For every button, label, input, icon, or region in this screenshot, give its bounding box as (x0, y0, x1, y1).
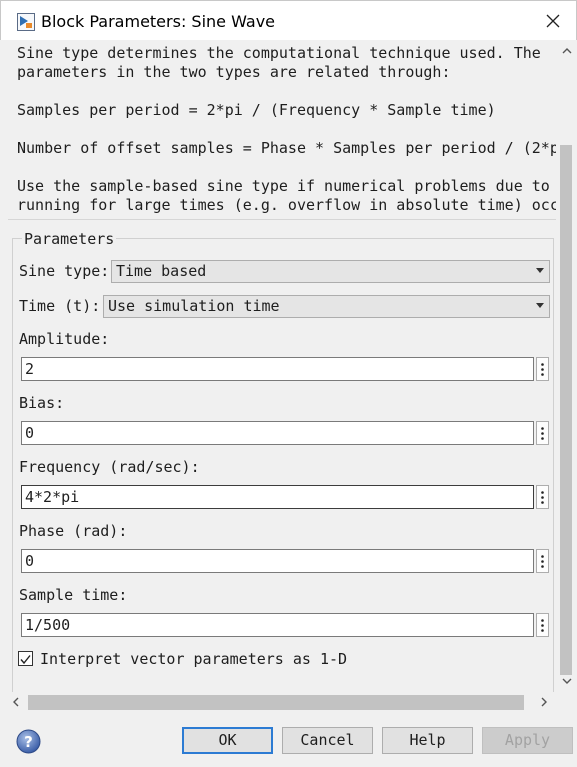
close-button[interactable] (530, 1, 576, 41)
parameters-scroll-area: Sine type determines the computational t… (8, 40, 556, 692)
amplitude-label: Amplitude: (19, 330, 110, 348)
vertical-scrollbar[interactable] (556, 40, 577, 692)
simulink-block-icon (17, 13, 35, 31)
title-bar: Block Parameters: Sine Wave (0, 0, 577, 40)
help-button[interactable]: Help (382, 727, 473, 754)
scroll-right-icon[interactable] (541, 697, 547, 707)
dialog-footer: ? OK Cancel Help Apply (0, 713, 577, 767)
description-line: running for large times (e.g. overflow i… (17, 196, 556, 214)
description-line: Sine type determines the computational t… (17, 44, 541, 62)
sine-type-label: Sine type: (19, 262, 110, 280)
scroll-up-icon[interactable] (562, 48, 572, 54)
frequency-label: Frequency (rad/sec): (19, 458, 200, 476)
interpret-vector-checkbox[interactable] (18, 651, 33, 666)
more-vertical-icon (541, 490, 544, 504)
bias-label: Bias: (19, 394, 65, 412)
checkmark-icon (20, 655, 31, 665)
bias-input[interactable]: 0 (21, 421, 534, 445)
time-label: Time (t): (19, 297, 101, 315)
amplitude-input[interactable]: 2 (21, 357, 534, 381)
description-line: parameters in the two types are related … (17, 63, 451, 81)
parameters-group-title: Parameters (22, 230, 117, 248)
svg-text:?: ? (24, 733, 33, 751)
close-icon (546, 14, 560, 28)
phase-options-button[interactable] (536, 549, 549, 573)
amplitude-options-button[interactable] (536, 357, 549, 381)
vertical-scrollbar-thumb[interactable] (560, 145, 572, 675)
sample-time-label: Sample time: (19, 586, 128, 604)
time-dropdown[interactable]: Use simulation time (103, 295, 550, 318)
interpret-vector-label[interactable]: Interpret vector parameters as 1-D (40, 650, 347, 668)
bias-options-button[interactable] (536, 421, 549, 445)
scroll-left-icon[interactable] (13, 697, 19, 707)
cancel-button[interactable]: Cancel (282, 727, 373, 754)
apply-button[interactable]: Apply (482, 727, 573, 754)
ok-button[interactable]: OK (182, 727, 273, 754)
frequency-options-button[interactable] (536, 485, 549, 509)
window-title: Block Parameters: Sine Wave (41, 12, 275, 31)
help-icon[interactable]: ? (16, 729, 41, 754)
block-description: Sine type determines the computational t… (8, 40, 556, 220)
sample-time-input[interactable]: 1/500 (21, 613, 534, 637)
frequency-input[interactable]: 4*2*pi (21, 485, 534, 509)
phase-input[interactable]: 0 (21, 549, 534, 573)
more-vertical-icon (541, 426, 544, 440)
sine-type-dropdown[interactable]: Time based (111, 260, 550, 283)
time-value: Use simulation time (108, 297, 280, 315)
more-vertical-icon (541, 618, 544, 632)
phase-label: Phase (rad): (19, 522, 128, 540)
description-line: Number of offset samples = Phase * Sampl… (17, 139, 556, 157)
horizontal-scrollbar-thumb[interactable] (28, 695, 524, 710)
sine-type-value: Time based (116, 262, 207, 280)
description-line: Use the sample-based sine type if numeri… (17, 177, 550, 195)
chevron-down-icon (536, 303, 544, 308)
scroll-down-icon[interactable] (562, 678, 572, 684)
sample-time-options-button[interactable] (536, 613, 549, 637)
chevron-down-icon (536, 268, 544, 273)
horizontal-scrollbar[interactable] (8, 692, 556, 713)
more-vertical-icon (541, 554, 544, 568)
description-line: Samples per period = 2*pi / (Frequency *… (17, 101, 496, 119)
more-vertical-icon (541, 362, 544, 376)
